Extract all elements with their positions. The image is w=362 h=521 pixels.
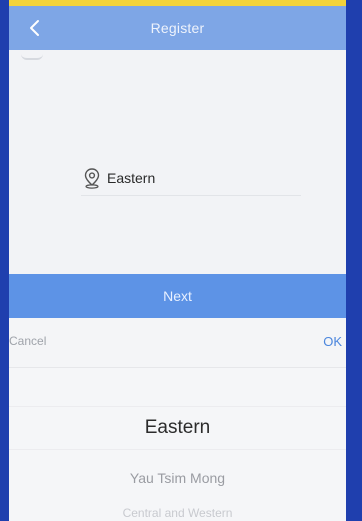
- form-area: Eastern: [9, 50, 346, 274]
- cancel-button[interactable]: Cancel: [9, 334, 46, 348]
- chevron-left-icon: [30, 20, 39, 36]
- header-bar: Register: [9, 6, 346, 50]
- district-field[interactable]: Eastern: [81, 160, 301, 196]
- device-frame-right: [346, 0, 362, 521]
- district-picker-wheel[interactable]: Eastern Yau Tsim Mong Central and Wester…: [9, 368, 346, 521]
- faint-decoration: [21, 54, 43, 60]
- location-pin-icon: [81, 167, 103, 189]
- page-title: Register: [150, 20, 205, 36]
- ok-button[interactable]: OK: [323, 334, 342, 349]
- picker-option[interactable]: Yau Tsim Mong: [9, 470, 346, 486]
- back-button[interactable]: [21, 14, 49, 42]
- district-value: Eastern: [107, 169, 156, 186]
- picker-option[interactable]: Central and Western: [9, 506, 346, 520]
- app-screen: Register Eastern Next Cancel OK Eastern …: [9, 6, 346, 521]
- device-frame-left: [0, 0, 9, 521]
- picker-option-selected[interactable]: Eastern: [9, 406, 346, 450]
- picker-toolbar: Cancel OK: [9, 318, 346, 368]
- next-button[interactable]: Next: [9, 274, 346, 318]
